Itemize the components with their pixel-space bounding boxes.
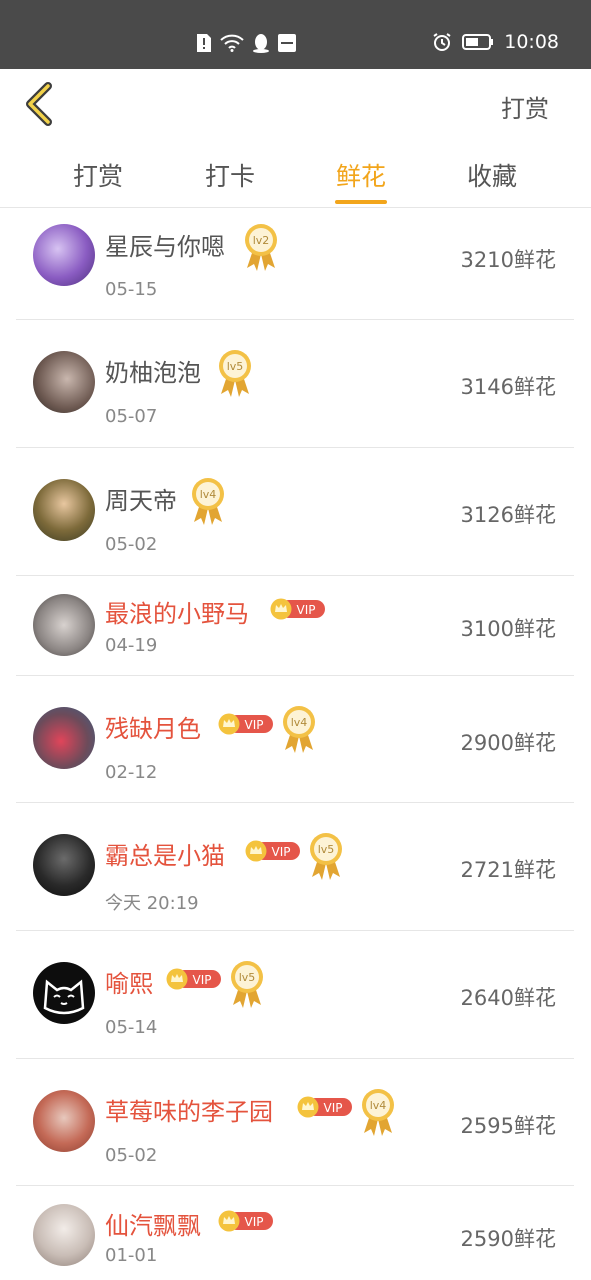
user-name: 喻熙 (105, 970, 153, 998)
active-tab-indicator (335, 200, 387, 204)
list-item[interactable]: 残缺月色 VIP lv4 02-12 2900鲜花 (16, 676, 574, 803)
avatar (33, 351, 95, 413)
vip-badge-icon: VIP (166, 968, 221, 990)
avatar (33, 834, 95, 896)
tab-checkin[interactable]: 打卡 (190, 157, 270, 193)
reward-date: 02-12 (105, 762, 158, 783)
tab-flowers[interactable]: 鲜花 (321, 157, 401, 193)
reward-date: 05-14 (105, 1017, 158, 1038)
wifi-icon (220, 34, 244, 52)
reward-action-button[interactable]: 打赏 (501, 89, 549, 124)
reward-date: 今天 20:19 (105, 893, 199, 914)
svg-text:VIP: VIP (324, 1101, 343, 1115)
flower-amount: 3126鲜花 (460, 503, 556, 527)
status-bar: 10:08 (0, 0, 591, 69)
user-name: 周天帝 (105, 487, 177, 515)
reward-date: 04-19 (105, 635, 158, 656)
reward-date: 01-01 (105, 1245, 158, 1266)
alarm-icon (433, 33, 451, 51)
flower-amount: 2900鲜花 (460, 731, 556, 755)
flower-amount: 2595鲜花 (460, 1114, 556, 1138)
level-badge-icon: lv5 (231, 961, 263, 1008)
user-name: 仙汽飘飘 (105, 1212, 201, 1240)
avatar (33, 1090, 95, 1152)
level-badge-icon: lv5 (310, 833, 342, 880)
status-right: 10:08 (432, 31, 559, 53)
level-badge-icon: lv5 (219, 350, 251, 397)
sim-alert-icon (197, 34, 211, 52)
flower-amount: 3210鲜花 (460, 248, 556, 272)
top-bar: 打赏 (0, 69, 591, 139)
tab-bar: 打赏 打卡 鲜花 收藏 (0, 139, 591, 208)
status-icons (196, 33, 296, 53)
level-badge-icon: lv4 (283, 706, 315, 753)
svg-text:VIP: VIP (272, 845, 291, 859)
cat-face-icon (43, 979, 85, 1015)
level-badge-icon: lv4 (362, 1089, 394, 1136)
svg-text:VIP: VIP (193, 973, 212, 987)
flower-amount: 2721鲜花 (460, 858, 556, 882)
reward-date: 05-02 (105, 534, 158, 555)
tab-reward[interactable]: 打赏 (58, 157, 138, 193)
qq-icon (253, 34, 269, 53)
level-badge-icon: lv2 (245, 224, 277, 271)
reward-date: 05-07 (105, 406, 158, 427)
battery-icon (462, 34, 494, 50)
svg-text:lv5: lv5 (239, 971, 256, 984)
svg-text:lv4: lv4 (370, 1099, 387, 1112)
list-item[interactable]: 星辰与你嗯 lv2 05-15 3210鲜花 (16, 209, 574, 320)
user-name: 霸总是小猫 (105, 842, 225, 870)
list-item[interactable]: 草莓味的李子园 VIP lv4 05-02 2595鲜花 (16, 1059, 574, 1186)
svg-text:VIP: VIP (245, 1215, 264, 1229)
avatar (33, 1204, 95, 1266)
flower-amount: 3146鲜花 (460, 375, 556, 399)
reward-date: 05-02 (105, 1145, 158, 1166)
flower-amount: 3100鲜花 (460, 617, 556, 641)
avatar (33, 707, 95, 769)
avatar (33, 594, 95, 656)
vip-badge-icon: VIP (218, 1210, 273, 1232)
hms-icon (278, 34, 296, 52)
user-name: 残缺月色 (105, 715, 201, 743)
back-button[interactable] (22, 82, 56, 126)
flower-amount: 2640鲜花 (460, 986, 556, 1010)
svg-text:VIP: VIP (245, 718, 264, 732)
avatar (33, 479, 95, 541)
vip-badge-icon: VIP (270, 598, 325, 620)
list-item[interactable]: 喻熙 VIP lv5 05-14 2640鲜花 (16, 931, 574, 1059)
vip-badge-icon: VIP (245, 840, 300, 862)
svg-text:lv2: lv2 (253, 234, 270, 247)
svg-text:VIP: VIP (297, 603, 316, 617)
list-item[interactable]: 周天帝 lv4 05-02 3126鲜花 (16, 448, 574, 576)
list-item[interactable]: 霸总是小猫 VIP lv5 今天 20:19 2721鲜花 (16, 803, 574, 931)
user-name: 最浪的小野马 (105, 600, 249, 628)
svg-text:lv5: lv5 (318, 843, 335, 856)
status-time: 10:08 (504, 31, 559, 53)
list-item[interactable]: 奶柚泡泡 lv5 05-07 3146鲜花 (16, 320, 574, 448)
vip-badge-icon: VIP (218, 713, 273, 735)
avatar (33, 962, 95, 1024)
svg-text:lv4: lv4 (200, 488, 217, 501)
tab-favorites[interactable]: 收藏 (452, 157, 532, 193)
avatar (33, 224, 95, 286)
reward-date: 05-15 (105, 279, 158, 300)
level-badge-icon: lv4 (192, 478, 224, 525)
list-item[interactable]: 仙汽飘飘 VIP 01-01 2590鲜花 (16, 1186, 574, 1280)
svg-text:lv4: lv4 (291, 716, 308, 729)
flower-amount: 2590鲜花 (460, 1227, 556, 1251)
chevron-left-icon (26, 82, 52, 126)
user-name: 奶柚泡泡 (105, 359, 201, 387)
user-name: 草莓味的李子园 (105, 1098, 273, 1126)
vip-badge-icon: VIP (297, 1096, 352, 1118)
svg-text:lv5: lv5 (227, 360, 244, 373)
user-name: 星辰与你嗯 (105, 233, 225, 261)
list-item[interactable]: 最浪的小野马 VIP 04-19 3100鲜花 (16, 576, 574, 676)
